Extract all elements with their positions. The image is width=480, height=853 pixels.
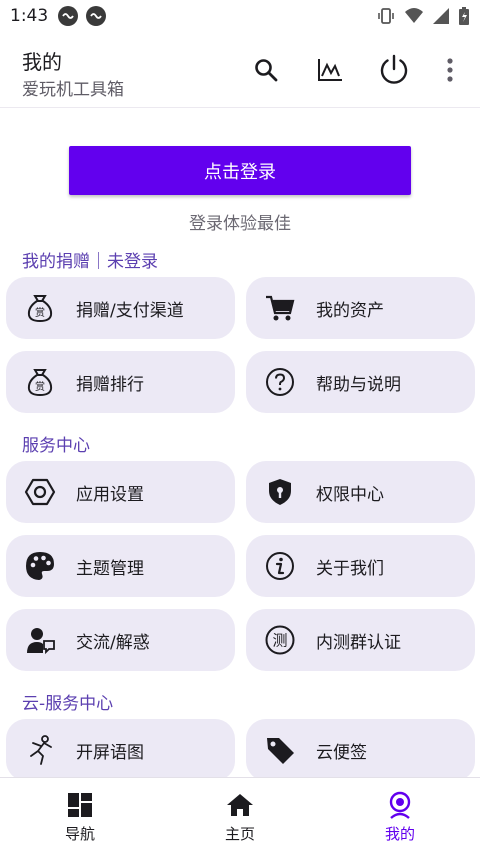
- notification-icon: [58, 6, 79, 26]
- card-donate-payment[interactable]: 赏 捐赠/支付渠道: [6, 277, 235, 339]
- profile-icon: [386, 791, 414, 819]
- login-hint: 登录体验最佳: [189, 214, 291, 234]
- card-help[interactable]: 帮助与说明: [246, 351, 475, 413]
- nav-label: 主页: [224, 825, 255, 843]
- vibrate-icon: [376, 6, 396, 30]
- palette-icon: [24, 550, 56, 582]
- chart-button[interactable]: [310, 50, 350, 90]
- card-label: 开屏语图: [76, 742, 144, 763]
- card-permissions[interactable]: 权限中心: [246, 461, 475, 523]
- more-options-button[interactable]: [430, 50, 470, 90]
- tag-icon: [264, 734, 296, 766]
- more-vert-icon: [447, 58, 453, 82]
- status-indicators: [376, 6, 470, 30]
- chat-person-icon: [24, 624, 56, 656]
- card-label: 我的资产: [316, 300, 384, 321]
- shield-icon: [264, 476, 296, 508]
- home-icon: [226, 791, 254, 819]
- card-label: 应用设置: [76, 484, 144, 505]
- card-about-us[interactable]: 关于我们: [246, 535, 475, 597]
- chart-icon: [318, 59, 342, 81]
- card-label: 捐赠排行: [76, 374, 144, 395]
- card-label: 关于我们: [316, 558, 384, 579]
- help-circle-icon: [264, 366, 296, 398]
- card-theme[interactable]: 主题管理: [6, 535, 235, 597]
- test-badge-icon: 测: [264, 624, 296, 656]
- card-label: 交流/解惑: [76, 632, 150, 653]
- bottom-navigation: 导航 主页 我的: [0, 777, 480, 853]
- dashboard-icon: [66, 791, 94, 819]
- cart-icon: [264, 292, 296, 324]
- card-app-settings[interactable]: 应用设置: [6, 461, 235, 523]
- power-button[interactable]: [374, 50, 414, 90]
- dancer-icon: [24, 734, 56, 766]
- card-beta-group[interactable]: 测 内测群认证: [246, 609, 475, 671]
- status-bar: 1:43: [0, 0, 480, 32]
- info-icon: [264, 550, 296, 582]
- svg-text:赏: 赏: [35, 381, 45, 393]
- card-label: 云便签: [316, 742, 367, 763]
- card-community[interactable]: 交流/解惑: [6, 609, 235, 671]
- svg-text:测: 测: [272, 632, 287, 650]
- page-title: 我的: [22, 50, 62, 74]
- card-label: 主题管理: [76, 558, 144, 579]
- nav-item-profile[interactable]: 我的: [320, 778, 480, 853]
- status-time: 1:43: [10, 6, 49, 26]
- card-splash-image[interactable]: 开屏语图: [6, 719, 235, 781]
- search-icon: [255, 59, 278, 82]
- search-button[interactable]: [246, 50, 286, 90]
- card-label: 捐赠/支付渠道: [76, 300, 184, 321]
- notification-icon: [86, 6, 107, 26]
- nav-label: 导航: [64, 825, 95, 843]
- nav-label: 我的: [384, 825, 415, 843]
- svg-text:赏: 赏: [35, 307, 45, 319]
- section-header-donate: 我的捐赠｜未登录: [22, 252, 158, 272]
- power-icon: [380, 54, 408, 84]
- page-subtitle: 爱玩机工具箱: [22, 80, 124, 100]
- card-label: 权限中心: [316, 484, 384, 505]
- card-my-assets[interactable]: 我的资产: [246, 277, 475, 339]
- card-cloud-notes[interactable]: 云便签: [246, 719, 475, 781]
- card-label: 内测群认证: [316, 632, 401, 653]
- money-bag-icon: 赏: [24, 366, 56, 398]
- section-header-service: 服务中心: [22, 436, 90, 456]
- card-label: 帮助与说明: [316, 374, 401, 395]
- nav-item-navigation[interactable]: 导航: [0, 778, 160, 853]
- section-header-cloud: 云-服务中心: [22, 694, 114, 714]
- battery-icon: [458, 6, 470, 30]
- settings-hexagon-icon: [24, 476, 56, 508]
- login-button[interactable]: 点击登录: [69, 146, 411, 195]
- signal-icon: [432, 7, 450, 29]
- wifi-icon: [404, 6, 424, 30]
- app-bar: 我的 爱玩机工具箱: [0, 32, 480, 108]
- money-bag-icon: 赏: [24, 292, 56, 324]
- nav-item-home[interactable]: 主页: [160, 778, 320, 853]
- card-donate-ranking[interactable]: 赏 捐赠排行: [6, 351, 235, 413]
